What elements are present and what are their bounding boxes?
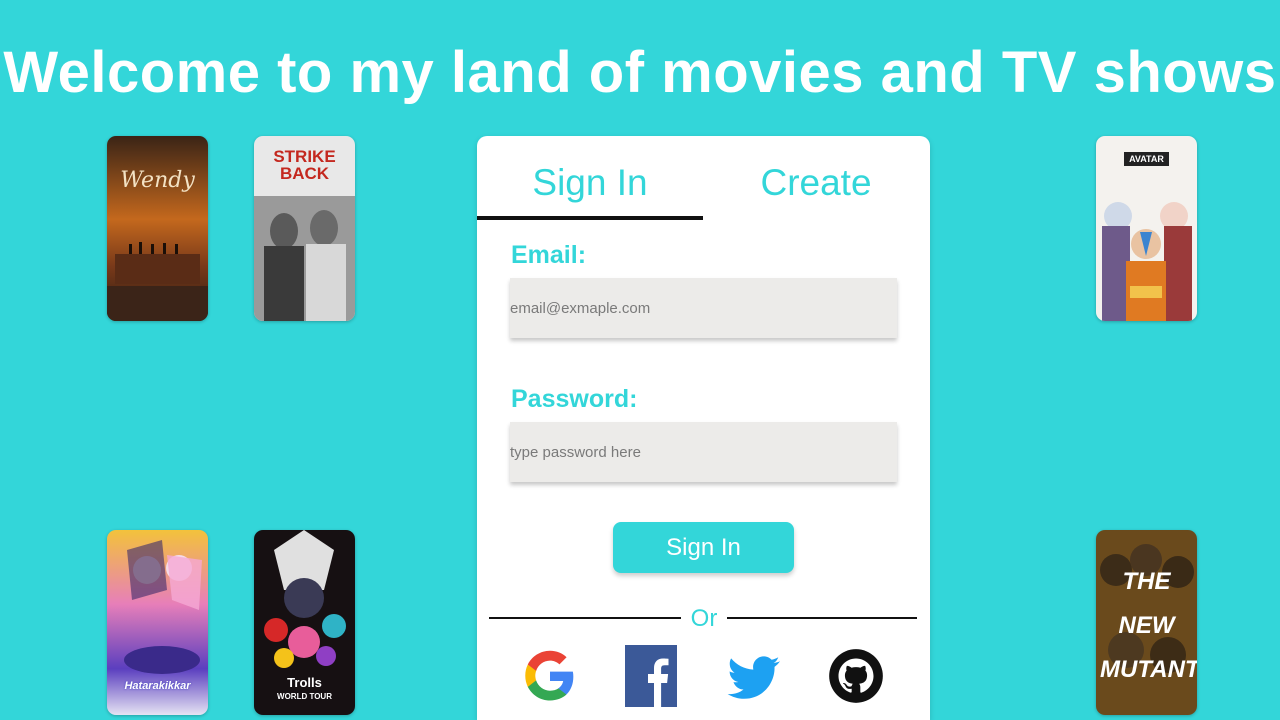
poster-title: Wendy	[120, 168, 195, 193]
or-divider-text: Or	[690, 605, 718, 632]
twitter-icon-graphic	[727, 656, 780, 699]
poster-new-mutants[interactable]: THE NEW MUTANTS	[1096, 530, 1197, 715]
facebook-icon-graphic	[625, 645, 677, 707]
email-label: Email:	[511, 241, 587, 269]
poster-title: Hatarakikkar	[124, 680, 191, 692]
poster-wendy-art	[107, 136, 208, 321]
github-icon-graphic	[829, 649, 883, 703]
google-icon-graphic	[525, 650, 574, 701]
poster-title: STRIKE BACK	[273, 147, 336, 183]
page-title: Welcome to my land of movies and TV show…	[3, 40, 1277, 105]
twitter-icon[interactable]	[726, 645, 782, 707]
facebook-icon[interactable]	[625, 645, 677, 707]
divider-left	[489, 617, 681, 619]
auth-card: Sign In Create Email: Password: Sign In …	[477, 136, 930, 720]
poster-title: AVATAR	[1124, 152, 1169, 166]
poster-title: Trolls	[287, 675, 322, 690]
tab-sign-in[interactable]: Sign In	[477, 160, 703, 206]
poster-title: THE NEW MUTANTS	[1100, 568, 1197, 683]
password-label: Password:	[511, 385, 638, 413]
github-icon[interactable]	[828, 645, 884, 707]
poster-anime[interactable]: Hatarakikkar	[107, 530, 208, 715]
password-field[interactable]	[510, 422, 897, 482]
active-tab-indicator	[477, 216, 703, 220]
poster-trolls[interactable]: Trolls WORLD TOUR	[254, 530, 355, 715]
google-icon[interactable]	[522, 645, 578, 707]
tab-create[interactable]: Create	[703, 160, 929, 206]
poster-subtitle: WORLD TOUR	[277, 692, 332, 701]
page: Welcome to my land of movies and TV show…	[0, 0, 1280, 720]
poster-wendy[interactable]: Wendy	[107, 136, 208, 321]
divider-right	[727, 617, 917, 619]
poster-strike-back[interactable]: STRIKE BACK	[254, 136, 355, 321]
email-field[interactable]	[510, 278, 897, 338]
poster-avatar[interactable]: AVATAR	[1096, 136, 1197, 321]
sign-in-button[interactable]: Sign In	[613, 522, 794, 573]
